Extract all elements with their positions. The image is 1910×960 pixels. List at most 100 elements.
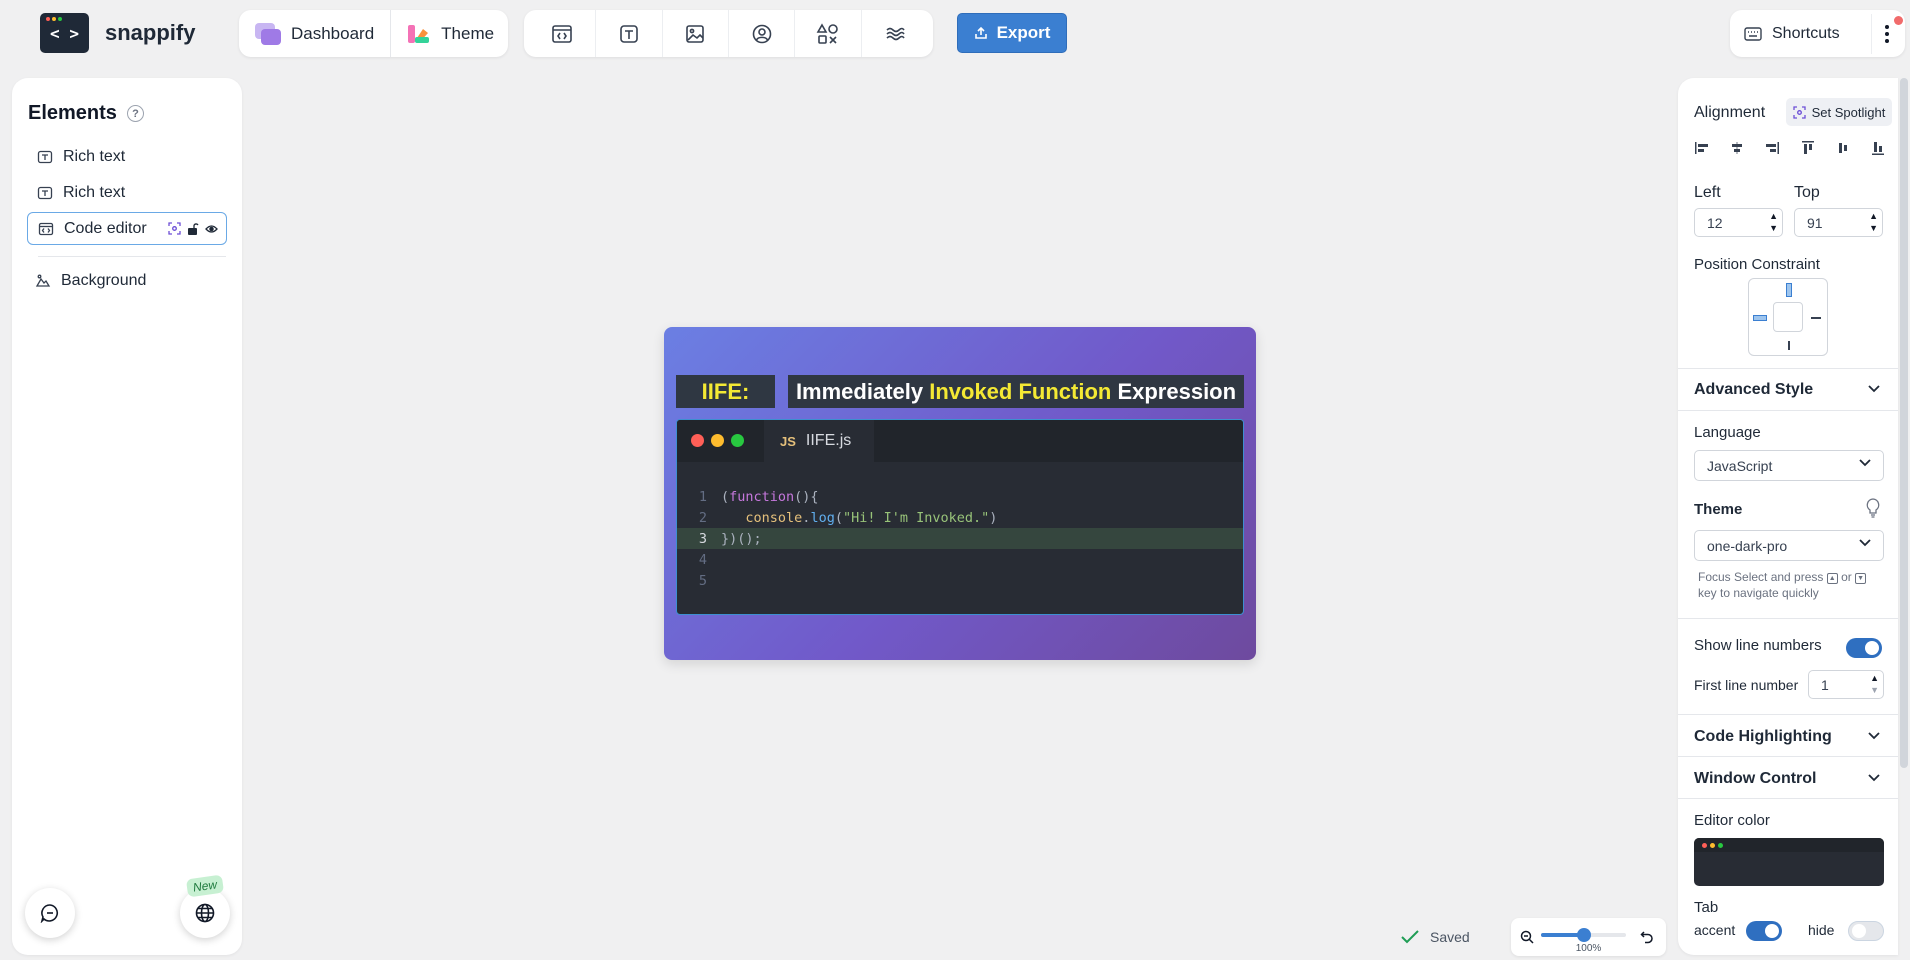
dashboard-button[interactable]: Dashboard <box>239 10 390 57</box>
code-area[interactable]: 1 (function(){ 2 console.log("Hi! I'm In… <box>677 486 1243 591</box>
toolbar-divider <box>661 10 663 57</box>
add-background-button[interactable] <box>875 14 915 54</box>
more-menu-button[interactable] <box>1871 13 1903 54</box>
inspector-panel: Alignment Set Spotlight Left Top 12 ▲ ▼ 9… <box>1678 78 1898 955</box>
add-shape-button[interactable] <box>808 14 848 54</box>
inspector-scrollbar[interactable] <box>1900 78 1908 768</box>
canvas-title-left[interactable]: IIFE: <box>676 375 775 408</box>
align-bottom-icon[interactable] <box>1868 138 1888 158</box>
editor-color-swatch[interactable] <box>1694 838 1884 886</box>
add-code-editor-button[interactable] <box>542 14 582 54</box>
code-highlighting-section[interactable]: Code Highlighting <box>1678 714 1898 756</box>
align-left-icon[interactable] <box>1692 138 1712 158</box>
code-highlighting-label: Code Highlighting <box>1694 728 1832 745</box>
canvas-title-right[interactable]: Immediately Invoked Function Expression <box>788 375 1244 408</box>
eye-icon[interactable] <box>205 224 218 234</box>
zoom-slider-handle[interactable] <box>1576 928 1591 942</box>
left-label: Left <box>1694 184 1721 201</box>
tab-hide-toggle[interactable] <box>1848 921 1884 941</box>
insert-toolbar <box>524 10 933 57</box>
background-label: Background <box>61 271 147 289</box>
top-stepper[interactable]: ▲ ▼ <box>1869 211 1878 233</box>
position-constraint-widget[interactable] <box>1748 278 1828 356</box>
show-line-numbers-label: Show line numbers <box>1694 637 1822 654</box>
tab-accent-toggle[interactable] <box>1746 921 1782 941</box>
window-control-section[interactable]: Window Control <box>1678 756 1898 798</box>
constraint-bottom-handle[interactable] <box>1788 341 1790 350</box>
shortcuts-button[interactable]: Shortcuts <box>1744 25 1840 43</box>
language-select[interactable]: JavaScript <box>1694 450 1884 481</box>
element-item-background[interactable]: Background <box>27 264 227 297</box>
element-item-rich-text-1[interactable]: Rich text <box>27 140 227 173</box>
theme-value: one-dark-pro <box>1707 537 1788 554</box>
theme-label: Theme <box>441 23 495 43</box>
app-logo[interactable]: < > snappify <box>40 13 195 53</box>
first-line-number-stepper[interactable]: ▲ ▼ <box>1870 673 1879 695</box>
title-part-1: Immediately <box>795 378 930 404</box>
left-stepper[interactable]: ▲ ▼ <box>1769 211 1778 233</box>
feedback-button[interactable] <box>25 888 75 938</box>
align-top-icon[interactable] <box>1798 138 1818 158</box>
element-label: Code editor <box>64 219 147 237</box>
add-avatar-button[interactable] <box>742 14 782 54</box>
theme-button[interactable]: Theme <box>390 10 510 57</box>
tab-label: Tab <box>1694 899 1719 916</box>
help-icon[interactable]: ? <box>126 105 144 122</box>
chat-icon <box>40 904 59 923</box>
element-item-code-editor[interactable]: Code editor <box>27 212 227 245</box>
advanced-style-section[interactable]: Advanced Style <box>1678 368 1898 410</box>
language-value: JavaScript <box>1707 457 1773 474</box>
code-line: 1 (function(){ <box>677 486 1243 507</box>
main-nav: Dashboard Theme <box>239 10 508 57</box>
image-icon <box>686 24 705 43</box>
code-line: 2 console.log("Hi! I'm Invoked.") <box>677 507 1243 528</box>
align-center-horizontal-icon[interactable] <box>1727 138 1747 158</box>
align-right-icon[interactable] <box>1762 138 1782 158</box>
top-label: Top <box>1794 184 1820 201</box>
logo-mark-icon: < > <box>40 13 89 53</box>
maximize-dot-icon <box>731 434 744 447</box>
align-center-vertical-icon[interactable] <box>1833 138 1853 158</box>
spotlight-icon[interactable] <box>168 222 181 235</box>
lightbulb-icon[interactable] <box>1866 498 1880 518</box>
element-label: Rich text <box>63 183 126 201</box>
minimize-dot-icon <box>711 434 724 447</box>
constraint-top-handle[interactable] <box>1786 283 1792 297</box>
alignment-label: Alignment <box>1694 104 1766 121</box>
community-button[interactable] <box>180 888 230 938</box>
show-line-numbers-toggle[interactable] <box>1846 638 1882 658</box>
zoom-out-icon[interactable] <box>1520 930 1534 944</box>
language-divider <box>1678 410 1898 411</box>
unlock-icon[interactable] <box>187 222 199 235</box>
add-rich-text-button[interactable] <box>609 14 649 54</box>
first-line-number-input[interactable]: 1 ▲ ▼ <box>1808 670 1884 699</box>
theme-select[interactable]: one-dark-pro <box>1694 530 1884 561</box>
constraint-left-handle[interactable] <box>1753 315 1767 321</box>
alignment-buttons <box>1692 138 1888 158</box>
add-image-button[interactable] <box>675 14 715 54</box>
elements-title: Elements ? <box>28 102 144 125</box>
background-icon <box>35 274 51 287</box>
keyboard-icon <box>1744 26 1762 41</box>
code-editor-icon <box>38 222 54 235</box>
element-label: Rich text <box>63 147 126 165</box>
undo-icon[interactable] <box>1640 930 1654 944</box>
toolbar-divider <box>727 10 729 57</box>
chevron-down-icon <box>1859 539 1871 547</box>
chevron-down-icon <box>1868 774 1880 782</box>
code-line: 4 <box>677 549 1243 570</box>
set-spotlight-button[interactable]: Set Spotlight <box>1786 98 1892 126</box>
top-input[interactable]: 91 ▲ ▼ <box>1794 208 1883 237</box>
rich-text-icon <box>619 24 638 43</box>
title-part-3: Expression <box>1111 378 1237 404</box>
snap-canvas[interactable]: IIFE: Immediately Invoked Function Expre… <box>664 327 1256 660</box>
editor-color-label: Editor color <box>1694 812 1770 829</box>
code-editor-window[interactable]: JS IIFE.js 1 (function(){ 2 console.log(… <box>676 419 1244 615</box>
export-button[interactable]: Export <box>957 13 1067 53</box>
constraint-right-handle[interactable] <box>1811 317 1821 319</box>
element-item-rich-text-2[interactable]: Rich text <box>27 176 227 209</box>
editor-tab[interactable]: JS IIFE.js <box>764 420 874 462</box>
left-input[interactable]: 12 ▲ ▼ <box>1694 208 1783 237</box>
chevron-down-icon <box>1868 732 1880 740</box>
line-number: 5 <box>698 572 707 589</box>
